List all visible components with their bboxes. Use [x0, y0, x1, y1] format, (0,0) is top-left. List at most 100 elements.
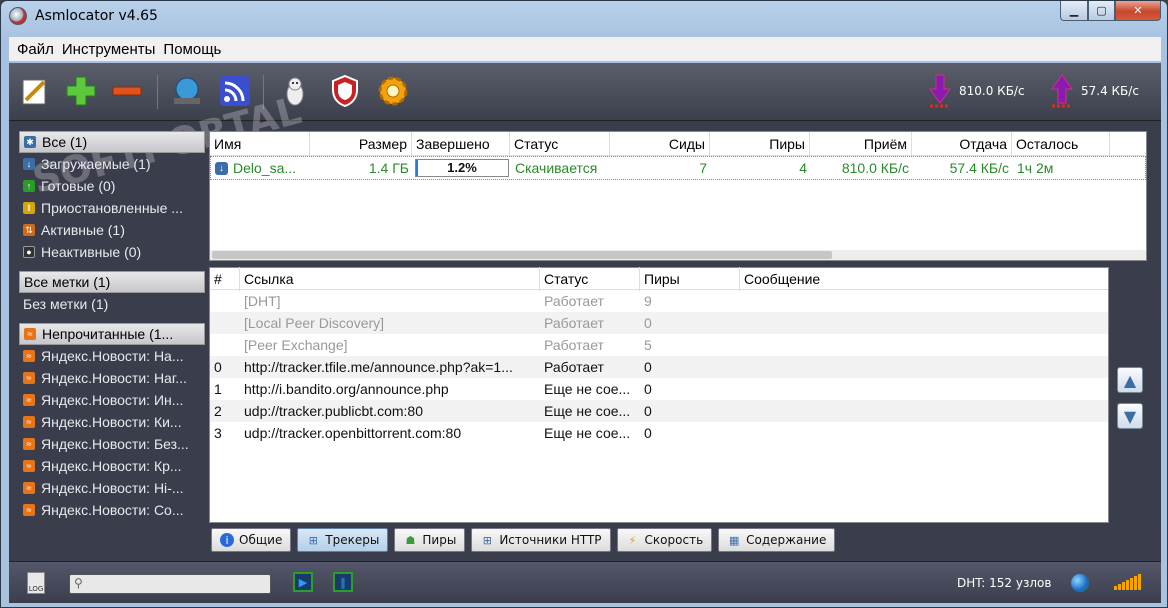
torrent-down-speed: 810.0 КБ/с — [841, 160, 909, 176]
col-tracker-peers[interactable]: Пиры — [640, 266, 740, 291]
completed-icon: ↑ — [23, 180, 35, 192]
col-size[interactable]: Размер — [310, 131, 412, 156]
arrow-up-icon: ▲ — [1123, 370, 1137, 390]
downloading-icon: ↓ — [215, 161, 228, 175]
scrollbar-thumb[interactable] — [212, 251, 832, 259]
tab-speed[interactable]: ⚡ Скорость — [616, 528, 713, 552]
tracker-url: http://tracker.tfile.me/announce.php?ak=… — [244, 359, 513, 375]
col-up-speed[interactable]: Отдача — [912, 131, 1012, 156]
filter-paused[interactable]: ‖ Приостановленные ... — [19, 197, 205, 219]
torrent-status: Скачивается — [515, 160, 598, 176]
create-torrent-icon[interactable] — [17, 73, 53, 109]
col-status[interactable]: Статус — [510, 131, 610, 156]
trackers-icon: ⊞ — [308, 533, 318, 547]
shield-icon[interactable] — [327, 73, 363, 109]
filter-all[interactable]: ✱ Все (1) — [19, 131, 205, 153]
tracker-status: Еще не сое... — [544, 381, 631, 397]
rss-icon[interactable] — [217, 73, 253, 109]
tracker-num: 2 — [214, 403, 222, 419]
menu-file[interactable]: Файл — [17, 41, 54, 58]
horizontal-scrollbar[interactable] — [210, 250, 1146, 260]
col-peers[interactable]: Пиры — [710, 131, 810, 156]
tab-http-sources[interactable]: ⊞ Источники HTTP — [471, 528, 611, 552]
contents-icon: ▦ — [728, 533, 740, 547]
close-button[interactable]: ✕ — [1115, 1, 1161, 21]
filter-downloading[interactable]: ↓ Загружаемые (1) — [19, 153, 205, 175]
label-all[interactable]: Все метки (1) — [19, 271, 205, 293]
col-seeds[interactable]: Сиды — [610, 131, 710, 156]
tracker-row[interactable]: 0 http://tracker.tfile.me/announce.php?ak… — [210, 356, 1108, 378]
log-icon[interactable]: LOG — [27, 572, 45, 594]
app-icon[interactable] — [9, 7, 27, 25]
tab-peers[interactable]: ☗ Пиры — [394, 528, 466, 552]
col-tracker-url[interactable]: Ссылка — [240, 266, 540, 291]
col-tracker-message[interactable]: Сообщение — [740, 267, 1108, 291]
tab-general[interactable]: i Общие — [211, 528, 292, 552]
remove-torrent-icon[interactable] — [109, 73, 145, 109]
search-input[interactable]: ⚲ — [69, 574, 271, 594]
filter-active[interactable]: ⇅ Активные (1) — [19, 219, 205, 241]
tracker-peers: 0 — [644, 315, 652, 331]
tracker-row[interactable]: [Peer Exchange] Работает 5 — [210, 334, 1108, 356]
status-filter-list: ✱ Все (1) ↓ Загружаемые (1) ↑ Готовые (0) ‖… — [19, 131, 205, 263]
pause-icon: ‖ — [23, 202, 35, 214]
network-icon[interactable] — [169, 73, 205, 109]
filter-inactive[interactable]: ● Неактивные (0) — [19, 241, 205, 263]
tracker-url: udp://tracker.publicbt.com:80 — [244, 403, 423, 419]
all-icon: ✱ — [24, 136, 36, 148]
feed-item[interactable]: ≈ Яндекс.Новости: Кр... — [19, 455, 205, 477]
feed-item[interactable]: ≈ Яндекс.Новости: Hi-... — [19, 477, 205, 499]
filter-completed[interactable]: ↑ Готовые (0) — [19, 175, 205, 197]
toolbar: 810.0 КБ/с 57.4 КБ/с — [9, 63, 1161, 121]
torrent-row[interactable]: ↓ Delo_sa... 1.4 ГБ 1.2% Скачивается 7 4… — [210, 156, 1146, 180]
move-down-button[interactable]: ▼ — [1117, 403, 1143, 429]
col-eta[interactable]: Осталось — [1012, 131, 1110, 156]
maximize-button[interactable]: ▢ — [1088, 1, 1115, 21]
minimize-button[interactable]: ▁ — [1060, 1, 1088, 21]
rss-feed-icon: ≈ — [24, 328, 36, 340]
tracker-row[interactable]: [Local Peer Discovery] Работает 0 — [210, 312, 1108, 334]
feed-unread[interactable]: ≈ Непрочитанные (1... — [19, 323, 205, 345]
tracker-row[interactable]: [DHT] Работает 9 — [210, 290, 1108, 312]
col-completed[interactable]: Завершено — [412, 131, 510, 156]
tracker-num: 3 — [214, 425, 222, 441]
app-window: Asmlocator v4.65 ▁ ▢ ✕ Файл Инструменты … — [0, 0, 1168, 608]
start-all-icon[interactable]: ▶ — [293, 572, 313, 592]
feed-item[interactable]: ≈ Яндекс.Новости: Наг... — [19, 367, 205, 389]
tab-trackers[interactable]: ⊞ Трекеры — [297, 528, 389, 552]
add-torrent-icon[interactable] — [63, 73, 99, 109]
col-name[interactable]: Имя — [210, 131, 310, 156]
feed-item[interactable]: ≈ Яндекс.Новости: На... — [19, 345, 205, 367]
tracker-url: [DHT] — [244, 293, 281, 309]
cat-icon[interactable] — [277, 73, 313, 109]
feed-item[interactable]: ≈ Яндекс.Новости: Без... — [19, 433, 205, 455]
feed-item[interactable]: ≈ Яндекс.Новости: Ин... — [19, 389, 205, 411]
torrent-list-header: Имя Размер Завершено Статус Сиды Пиры Пр… — [210, 131, 1146, 156]
trackers-table: # Ссылка Статус Пиры Сообщение [DHT] Рабо… — [209, 266, 1109, 523]
upload-speed-label: 57.4 КБ/с — [1081, 84, 1139, 98]
tracker-peers: 5 — [644, 337, 652, 353]
tracker-peers: 0 — [644, 359, 652, 375]
globe-icon[interactable] — [1071, 574, 1089, 592]
feed-item[interactable]: ≈ Яндекс.Новости: Ки... — [19, 411, 205, 433]
menu-help[interactable]: Помощь — [163, 41, 221, 58]
move-up-button[interactable]: ▲ — [1117, 367, 1143, 393]
rss-feed-icon: ≈ — [23, 504, 35, 516]
torrent-peers: 4 — [799, 160, 807, 176]
settings-gear-icon[interactable] — [375, 73, 411, 109]
menu-tools[interactable]: Инструменты — [62, 41, 156, 58]
pause-all-icon[interactable]: ‖ — [333, 572, 353, 592]
tracker-num: 0 — [214, 359, 222, 375]
col-tracker-status[interactable]: Статус — [540, 266, 640, 291]
tab-contents[interactable]: ▦ Содержание — [718, 528, 836, 552]
feed-item[interactable]: ≈ Яндекс.Новости: Со... — [19, 499, 205, 521]
tracker-row[interactable]: 3 udp://tracker.openbittorrent.com:80 Еще … — [210, 422, 1108, 444]
upload-speed-indicator: 57.4 КБ/с — [1049, 73, 1139, 109]
tracker-row[interactable]: 1 http://i.bandito.org/announce.php Еще не… — [210, 378, 1108, 400]
title-bar[interactable]: Asmlocator v4.65 ▁ ▢ ✕ — [1, 1, 1167, 33]
tracker-row[interactable]: 2 udp://tracker.publicbt.com:80 Еще не сое… — [210, 400, 1108, 422]
col-down-speed[interactable]: Приём — [810, 131, 912, 156]
label-none[interactable]: Без метки (1) — [19, 293, 205, 315]
rss-feed-icon: ≈ — [23, 460, 35, 472]
col-tracker-num[interactable]: # — [210, 266, 240, 291]
